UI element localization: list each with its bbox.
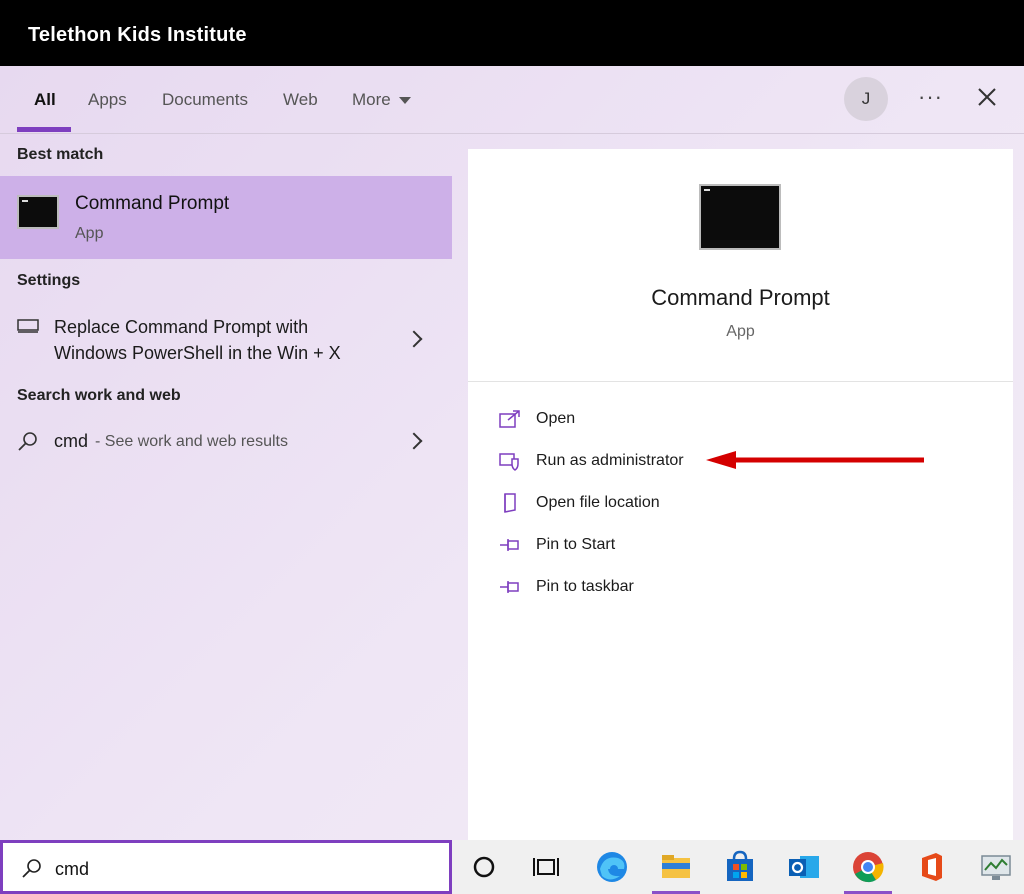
web-search-query: cmd <box>54 431 89 451</box>
performance-monitor-icon[interactable] <box>978 849 1014 885</box>
annotation-arrow-run-as-admin <box>706 451 924 469</box>
office-icon[interactable] <box>914 849 950 885</box>
best-match-subtitle: App <box>75 225 104 242</box>
setting-item-line2: Windows PowerShell in the Win + X <box>54 343 341 363</box>
close-icon[interactable] <box>974 84 1000 110</box>
command-prompt-icon <box>17 195 59 229</box>
outlook-icon[interactable] <box>786 849 822 885</box>
detail-pane: Command Prompt App Open Run as administr… <box>468 149 1013 840</box>
setting-item-line1: Replace Command Prompt with <box>54 317 309 337</box>
display-icon <box>17 319 39 333</box>
pin-icon <box>500 539 519 551</box>
best-match-item[interactable]: Command Prompt App <box>0 176 452 259</box>
action-open-file-location[interactable]: Open file location <box>498 489 918 519</box>
open-icon <box>499 410 520 428</box>
command-prompt-large-icon <box>699 184 781 250</box>
search-web-heading: Search work and web <box>17 387 181 404</box>
action-pin-to-taskbar[interactable]: Pin to taskbar <box>498 573 918 603</box>
settings-heading: Settings <box>17 272 81 289</box>
best-match-title: Command Prompt <box>75 193 230 214</box>
chevron-right-icon <box>405 330 423 348</box>
organization-title: Telethon Kids Institute <box>28 24 247 46</box>
tab-all[interactable]: All <box>34 90 56 110</box>
action-pin-to-start-label: Pin to Start <box>536 536 616 553</box>
chevron-down-icon <box>398 97 411 105</box>
detail-title: Command Prompt <box>651 285 830 310</box>
web-search-hint: - See work and web results <box>95 433 288 450</box>
more-options-icon[interactable]: ··· <box>918 84 943 110</box>
tab-more-label: More <box>352 90 391 109</box>
best-match-heading: Best match <box>17 146 104 163</box>
tab-web[interactable]: Web <box>283 90 318 110</box>
web-search-item[interactable]: cmd - See work and web results <box>0 420 452 462</box>
file-explorer-icon[interactable] <box>658 849 694 885</box>
active-tab-indicator <box>17 127 71 132</box>
action-open-file-location-label: Open file location <box>536 494 660 511</box>
tab-documents[interactable]: Documents <box>162 90 248 110</box>
cortana-icon[interactable] <box>466 849 502 885</box>
search-box[interactable]: cmd <box>0 840 452 894</box>
task-view-icon[interactable] <box>528 849 564 885</box>
action-open-label: Open <box>536 410 576 427</box>
setting-item-label: Replace Command Prompt with Windows Powe… <box>54 314 394 366</box>
pin-icon <box>500 581 519 593</box>
avatar[interactable]: J <box>844 77 888 121</box>
tab-more[interactable]: More <box>352 90 411 110</box>
file-location-icon <box>504 493 516 513</box>
action-pin-to-start[interactable]: Pin to Start <box>498 531 918 561</box>
search-icon <box>18 432 37 451</box>
tab-apps[interactable]: Apps <box>88 90 127 110</box>
detail-divider <box>468 381 1013 382</box>
shield-icon <box>499 453 519 471</box>
action-run-as-admin-label: Run as administrator <box>536 452 684 469</box>
detail-subtitle: App <box>726 323 755 340</box>
store-icon[interactable] <box>722 849 758 885</box>
title-bar: Telethon Kids Institute <box>0 0 1024 66</box>
action-open[interactable]: Open <box>498 405 918 435</box>
action-pin-to-taskbar-label: Pin to taskbar <box>536 578 634 595</box>
chrome-icon[interactable] <box>850 849 886 885</box>
edge-icon[interactable] <box>594 849 630 885</box>
taskbar <box>452 840 1024 894</box>
setting-item-replace-powershell[interactable]: Replace Command Prompt with Windows Powe… <box>0 306 452 372</box>
chevron-right-icon <box>405 432 423 450</box>
search-icon <box>22 859 41 878</box>
search-input[interactable]: cmd <box>55 859 89 880</box>
